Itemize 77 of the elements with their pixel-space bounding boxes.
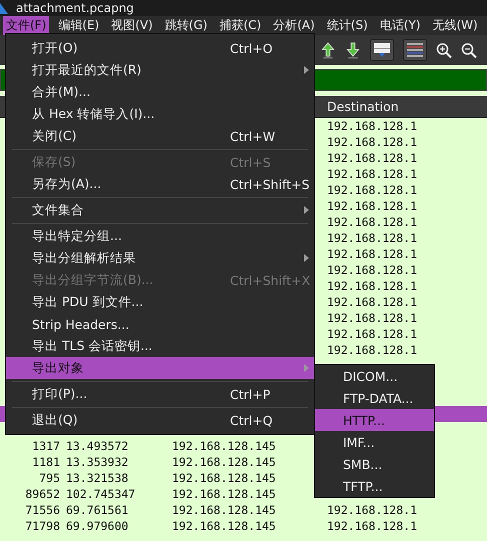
menu-item[interactable]: 打印(P)... Ctrl+P: [6, 383, 314, 405]
submenu-item[interactable]: FTP-DATA...: [315, 387, 434, 409]
menu-item[interactable]: 打开最近的文件(R): [6, 59, 314, 81]
menu-item[interactable]: 导出对象: [6, 357, 314, 379]
down-arrow-icon[interactable]: [345, 42, 361, 58]
destination-address: 192.168.128.1: [327, 135, 418, 149]
destination-address: 192.168.128.1: [327, 167, 418, 181]
source-address: 192.168.128.145: [172, 519, 276, 533]
packet-time: 13.493572: [66, 439, 128, 453]
destination-address: 192.168.128.1: [327, 215, 418, 229]
packet-time: 13.353932: [66, 455, 128, 469]
menu-item[interactable]: 关闭(C) Ctrl+W: [6, 125, 314, 147]
submenu-item[interactable]: SMB...: [315, 453, 434, 475]
destination-address: 192.168.128.1: [327, 263, 418, 277]
packet-number: 795: [39, 471, 60, 485]
menu-bar-item[interactable]: 电话(Y): [376, 16, 424, 35]
packet-number: 1317: [32, 439, 60, 453]
destination-address: 192.168.128.1: [327, 231, 418, 245]
menu-item[interactable]: Strip Headers...: [6, 313, 314, 335]
menu-item[interactable]: 打开(O) Ctrl+O: [6, 37, 314, 59]
destination-address: 192.168.128.1: [327, 199, 418, 213]
menu-bar-item[interactable]: 分析(A): [270, 16, 318, 35]
submenu-item[interactable]: HTTP...: [315, 409, 434, 431]
menu-item[interactable]: 导出 PDU 到文件...: [6, 291, 314, 313]
menu-item[interactable]: 文件集合: [6, 199, 314, 221]
menu-bar-item[interactable]: 无线(W): [429, 16, 481, 35]
submenu-item[interactable]: IMF...: [315, 431, 434, 453]
destination-address: 192.168.128.1: [327, 183, 418, 197]
submenu-arrow-icon: [304, 206, 309, 214]
menu-item[interactable]: 另存为(A)... Ctrl+Shift+S: [6, 173, 314, 195]
window-title: attachment.pcapng: [16, 1, 134, 15]
menu-item[interactable]: 导出特定分组...: [6, 225, 314, 247]
packet-time: 102.745347: [66, 487, 136, 501]
menu-item[interactable]: 合并(M)...: [6, 81, 314, 103]
column-header-label[interactable]: Destination: [322, 99, 399, 114]
destination-address: 192.168.128.1: [327, 343, 418, 357]
auto-scroll-icon[interactable]: [370, 39, 394, 61]
menu-bar-item[interactable]: 捕获(C): [216, 16, 264, 35]
up-arrow-icon[interactable]: [320, 42, 336, 58]
source-address: 192.168.128.145: [172, 455, 276, 469]
destination-address: 192.168.128.1: [327, 119, 418, 133]
source-address: 192.168.128.145: [172, 487, 276, 501]
source-address: 192.168.128.145: [172, 503, 276, 517]
packet-number: 71798: [25, 519, 60, 533]
packet-number: 71556: [25, 503, 60, 517]
menu-bar-item[interactable]: 文件(F): [3, 16, 50, 35]
submenu-item[interactable]: DICOM...: [315, 365, 434, 387]
menu-bar-item[interactable]: 跳转(G): [162, 16, 210, 35]
submenu-item[interactable]: TFTP...: [315, 475, 434, 497]
destination-address: 192.168.128.1: [327, 311, 418, 325]
packet-time: 69.761561: [66, 503, 128, 517]
menu-item[interactable]: 从 Hex 转储导入(I)...: [6, 103, 314, 125]
zoom-out-icon[interactable]: [461, 42, 477, 58]
packet-time: 69.979600: [66, 519, 128, 533]
zoom-in-icon[interactable]: [436, 42, 452, 58]
destination-address: 192.168.128.1: [327, 279, 418, 293]
packet-number: 1181: [32, 455, 60, 469]
menu-item[interactable]: 导出 TLS 会话密钥...: [6, 335, 314, 357]
menu-bar-item[interactable]: 编辑(E): [55, 16, 102, 35]
packet-number: 89652: [25, 487, 60, 501]
menu-bar-item[interactable]: 视图(V): [108, 16, 156, 35]
destination-address: 192.168.128.1: [327, 327, 418, 341]
submenu-arrow-icon: [304, 66, 309, 74]
menu-item[interactable]: 导出分组解析结果: [6, 247, 314, 269]
destination-address: 192.168.128.1: [327, 519, 418, 533]
destination-address: 192.168.128.1: [327, 151, 418, 165]
colorize-icon[interactable]: [403, 39, 427, 61]
destination-address: 192.168.128.1: [327, 503, 418, 517]
destination-address: 192.168.128.1: [327, 247, 418, 261]
destination-address: 192.168.128.1: [327, 295, 418, 309]
source-address: 192.168.128.145: [172, 439, 276, 453]
submenu-arrow-icon: [304, 364, 309, 372]
menu-item[interactable]: 退出(Q) Ctrl+Q: [6, 409, 314, 431]
source-address: 192.168.128.145: [172, 471, 276, 485]
menu-bar-item[interactable]: 统计(S): [324, 16, 371, 35]
submenu-arrow-icon: [304, 254, 309, 262]
packet-time: 13.321538: [66, 471, 128, 485]
